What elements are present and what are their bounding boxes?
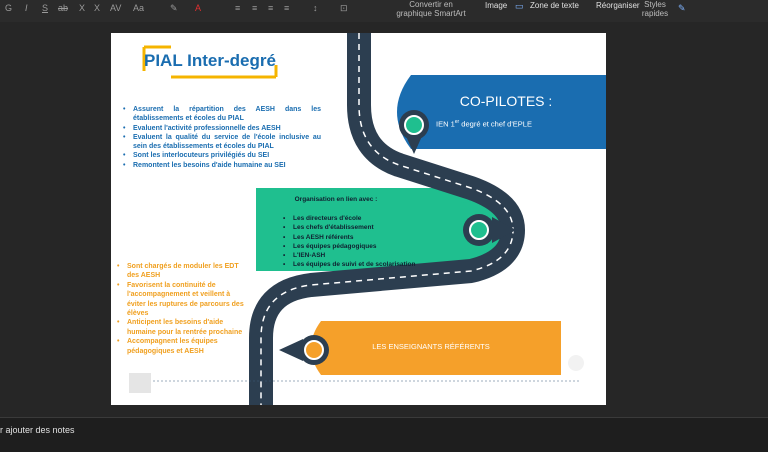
copilotes-title[interactable]: CO-PILOTES : [411,93,601,109]
strikethrough-icon[interactable]: ab [58,3,68,13]
highlight-icon[interactable]: ✎ [170,3,178,14]
copilotes-suffix: degré et chef d'EPLE [459,119,532,129]
list-item: Les AESH référents [283,233,453,243]
ribbon-toolbar: G I S ab X X AV Aa ✎ A ≡ ≡ ≡ ≡ ↕ ⊡ Conve… [0,0,768,22]
subscript-icon[interactable]: X [94,3,100,13]
align-text-icon[interactable]: ⊡ [340,3,348,14]
character-spacing-icon[interactable]: AV [110,3,121,13]
text-box-icon[interactable]: ▭ [515,1,524,12]
list-item: Sont les interlocuteurs privilégiés du S… [123,151,321,161]
copilotes-subtitle[interactable]: IEN 1er degré et chef d'EPLE [436,119,532,129]
reorganize-button[interactable]: Réorganiser [596,1,640,10]
list-item: Favorisent la continuité de l'accompagne… [117,281,247,319]
quick-styles-button[interactable]: Styles rapides [640,0,670,18]
list-item: Les équipes de suivi et de scolarisation [283,260,453,270]
list-item: Les chefs d'établissement [283,223,453,233]
list-item: Les directeurs d'école [283,214,453,224]
referents-label[interactable]: LES ENSEIGNANTS RÉFÉRENTS [351,342,511,351]
shape-outline-icon[interactable]: ✎ [678,3,686,14]
copilotes-prefix: IEN 1 [436,119,455,129]
align-right-icon[interactable]: ≡ [268,3,273,13]
text-direction-icon[interactable]: ↕ [313,3,318,13]
blue-responsibilities-list[interactable]: Assurent la répartition des AESH dans le… [123,105,321,170]
change-case-icon[interactable]: Aa [133,3,144,13]
bottom-left-placeholder [129,373,151,393]
font-color-icon[interactable]: A [195,3,201,13]
list-item: Assurent la répartition des AESH dans le… [123,105,321,124]
list-item: Remontent les besoins d'aide humaine au … [123,161,321,171]
orange-tasks-list[interactable]: Sont chargés de moduler les EDT des AESH… [117,262,247,356]
italic-icon[interactable]: I [25,3,28,13]
image-button[interactable]: Image [485,1,507,10]
list-item: Evaluent la qualité du service de l'écol… [123,133,321,152]
superscript-icon[interactable]: X [79,3,85,13]
slide-canvas[interactable]: PIAL Inter-degré Assurent la répartition… [111,33,606,405]
list-item: Accompagnent les équipes pédagogiques et… [117,337,247,356]
copilotes-banner [397,75,606,149]
list-item: L'IEN-ASH [283,251,453,261]
list-item: Anticipent les besoins d'aide humaine po… [117,318,247,337]
list-item: Evaluent l'activité professionnelle des … [123,124,321,134]
text-box-button[interactable]: Zone de texte [530,1,579,10]
align-left-icon[interactable]: ≡ [235,3,240,13]
list-item: Sont chargés de moduler les EDT des AESH [117,262,247,281]
green-box-title[interactable]: Organisation en lien avec : [256,196,416,203]
pin-referents-icon [279,335,329,365]
align-center-icon[interactable]: ≡ [252,3,257,13]
underline-icon[interactable]: S [42,3,48,13]
notes-placeholder[interactable]: r ajouter des notes [0,425,75,435]
convert-smartart-button[interactable]: Convertir en graphique SmartArt [396,0,466,18]
list-item: Les équipes pédagogiques [283,242,453,252]
green-partners-list[interactable]: Les directeurs d'école Les chefs d'établ… [283,214,453,270]
slide-title[interactable]: PIAL Inter-degré [144,51,276,71]
justify-icon[interactable]: ≡ [284,3,289,13]
bottom-right-decoration [568,355,584,371]
notes-pane[interactable]: r ajouter des notes [0,417,768,452]
bold-icon[interactable]: G [5,3,12,13]
